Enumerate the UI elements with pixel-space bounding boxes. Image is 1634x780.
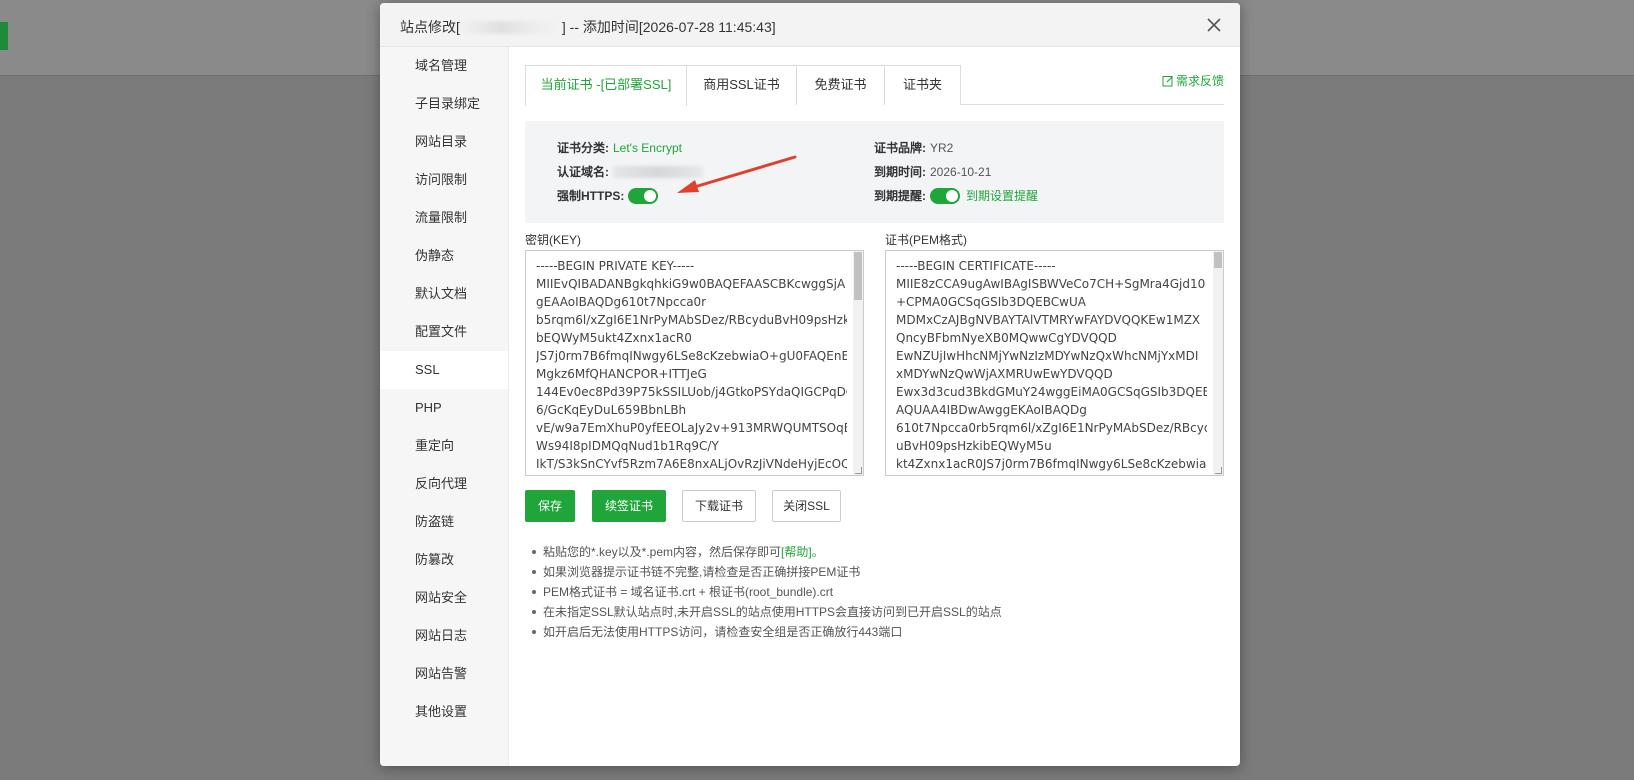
private-key-text: -----BEGIN PRIVATE KEY----- MIIEvQIBADAN…	[536, 259, 847, 471]
modal-header: 站点修改[ ] -- 添加时间[2026-07-28 11:45:43]	[380, 3, 1240, 47]
expire-remind-toggle[interactable]	[930, 188, 960, 204]
tab-cert-folder[interactable]: 证书夹	[885, 65, 961, 105]
sidebar-item-default-doc[interactable]: 默认文档	[380, 275, 508, 313]
force-https-label: 强制HTTPS:	[557, 189, 625, 203]
close-button[interactable]	[1204, 15, 1224, 35]
cert-category-label: 证书分类:	[557, 141, 609, 155]
resize-grip-icon[interactable]	[855, 467, 862, 474]
resize-grip-icon[interactable]	[1215, 467, 1222, 474]
tip-item: 在未指定SSL默认站点时,未开启SSL的站点使用HTTPS会直接访问到已开启SS…	[525, 602, 1215, 622]
expire-remind-label: 到期提醒:	[874, 189, 926, 203]
sidebar-item-config[interactable]: 配置文件	[380, 313, 508, 351]
sidebar-item-other[interactable]: 其他设置	[380, 693, 508, 731]
scroll-thumb[interactable]	[854, 252, 862, 300]
edit-icon	[1162, 76, 1173, 87]
ssl-content: 当前证书 -[已部署SSL] 商用SSL证书 免费证书 证书夹 需求反馈 证书分…	[509, 47, 1240, 766]
cert-expire-label: 到期时间:	[874, 165, 926, 179]
feedback-link[interactable]: 需求反馈	[1162, 72, 1224, 89]
sidebar-item-domain[interactable]: 域名管理	[380, 47, 508, 85]
tip-item: 粘贴您的*.key以及*.pem内容，然后保存即可[帮助]。	[525, 542, 1215, 562]
download-cert-button[interactable]: 下载证书	[682, 490, 756, 522]
cert-domain-label: 认证域名:	[557, 165, 609, 179]
tip-item: 如果浏览器提示证书链不完整,请检查是否正确拼接PEM证书	[525, 562, 1215, 582]
ssl-tabs: 当前证书 -[已部署SSL] 商用SSL证书 免费证书 证书夹	[525, 65, 1224, 106]
modal-title-prefix: 站点修改[	[400, 19, 460, 35]
sidebar-item-hotlink[interactable]: 防盗链	[380, 503, 508, 541]
cert-field-label: 证书(PEM格式)	[885, 233, 967, 247]
sidebar-item-php[interactable]: PHP	[380, 389, 508, 427]
site-edit-modal: 站点修改[ ] -- 添加时间[2026-07-28 11:45:43] 域名管理…	[380, 3, 1240, 766]
renew-cert-button[interactable]: 续签证书	[592, 490, 666, 522]
cert-info-panel: 证书分类: Let's Encrypt 认证域名: 强制HTTPS: 证书品牌: Y…	[525, 121, 1224, 223]
ssl-tips-list: 粘贴您的*.key以及*.pem内容，然后保存即可[帮助]。 如果浏览器提示证书…	[525, 542, 1215, 642]
modal-title-suffix: ] -- 添加时间[2026-07-28 11:45:43]	[561, 19, 776, 35]
help-link[interactable]: [帮助]。	[781, 545, 824, 559]
sidebar-item-alerts[interactable]: 网站告警	[380, 655, 508, 693]
sidebar-item-redirect[interactable]: 重定向	[380, 427, 508, 465]
sidebar-item-subdir[interactable]: 子目录绑定	[380, 85, 508, 123]
certificate-text: -----BEGIN CERTIFICATE----- MIIE8zCCA9ug…	[896, 259, 1207, 471]
background-accent	[0, 22, 8, 50]
force-https-row: 强制HTTPS:	[557, 187, 659, 204]
private-key-scrollbar[interactable]	[853, 251, 863, 475]
cert-category-value: Let's Encrypt	[613, 141, 682, 155]
expire-remind-link[interactable]: 到期设置提醒	[966, 189, 1038, 203]
tip-item: PEM格式证书 = 域名证书.crt + 根证书(root_bundle).cr…	[525, 582, 1215, 602]
close-ssl-button[interactable]: 关闭SSL	[772, 490, 841, 522]
sidebar-item-logs[interactable]: 网站日志	[380, 617, 508, 655]
sidebar-item-reverse-proxy[interactable]: 反向代理	[380, 465, 508, 503]
cert-brand-label: 证书品牌:	[874, 141, 926, 155]
cert-expire-value: 2026-10-21	[930, 165, 992, 179]
modal-title: 站点修改[ ] -- 添加时间[2026-07-28 11:45:43]	[400, 17, 776, 37]
cert-brand-row: 证书品牌: YR2	[874, 139, 953, 156]
certificate-textarea[interactable]: -----BEGIN CERTIFICATE----- MIIE8zCCA9ug…	[885, 250, 1224, 476]
feedback-label: 需求反馈	[1175, 74, 1224, 88]
cert-brand-value: YR2	[930, 141, 954, 155]
save-button[interactable]: 保存	[525, 490, 575, 522]
sidebar-item-site-dir[interactable]: 网站目录	[380, 123, 508, 161]
redacted-site-name	[460, 21, 561, 34]
sidebar-item-tamper[interactable]: 防篡改	[380, 541, 508, 579]
sidebar-item-ssl[interactable]: SSL	[380, 351, 508, 389]
tip-item: 如开启后无法使用HTTPS访问，请检查安全组是否正确放行443端口	[525, 622, 1215, 642]
cert-expire-row: 到期时间: 2026-10-21	[874, 163, 991, 180]
tab-free-cert[interactable]: 免费证书	[797, 65, 885, 105]
scroll-thumb[interactable]	[1214, 252, 1222, 268]
key-field-label: 密钥(KEY)	[525, 233, 582, 247]
annotation-arrow-icon	[677, 155, 797, 193]
sidebar: 域名管理 子目录绑定 网站目录 访问限制 流量限制 伪静态 默认文档 配置文件 …	[380, 47, 509, 766]
private-key-textarea[interactable]: -----BEGIN PRIVATE KEY----- MIIEvQIBADAN…	[525, 250, 864, 476]
sidebar-item-rewrite[interactable]: 伪静态	[380, 237, 508, 275]
cert-category-row: 证书分类: Let's Encrypt	[557, 139, 682, 156]
tip1-text: 粘贴您的*.key以及*.pem内容，然后保存即可	[543, 545, 782, 559]
force-https-toggle[interactable]	[628, 188, 659, 204]
sidebar-item-access-limit[interactable]: 访问限制	[380, 161, 508, 199]
sidebar-item-traffic-limit[interactable]: 流量限制	[380, 199, 508, 237]
certificate-scrollbar[interactable]	[1213, 251, 1223, 475]
toggle-knob	[946, 190, 958, 202]
tab-current-cert[interactable]: 当前证书 -[已部署SSL]	[525, 65, 687, 106]
toggle-knob	[644, 190, 657, 202]
close-icon	[1207, 18, 1221, 32]
sidebar-item-security[interactable]: 网站安全	[380, 579, 508, 617]
expire-remind-row: 到期提醒: 到期设置提醒	[874, 187, 1038, 204]
tab-commercial-ssl[interactable]: 商用SSL证书	[687, 65, 797, 105]
